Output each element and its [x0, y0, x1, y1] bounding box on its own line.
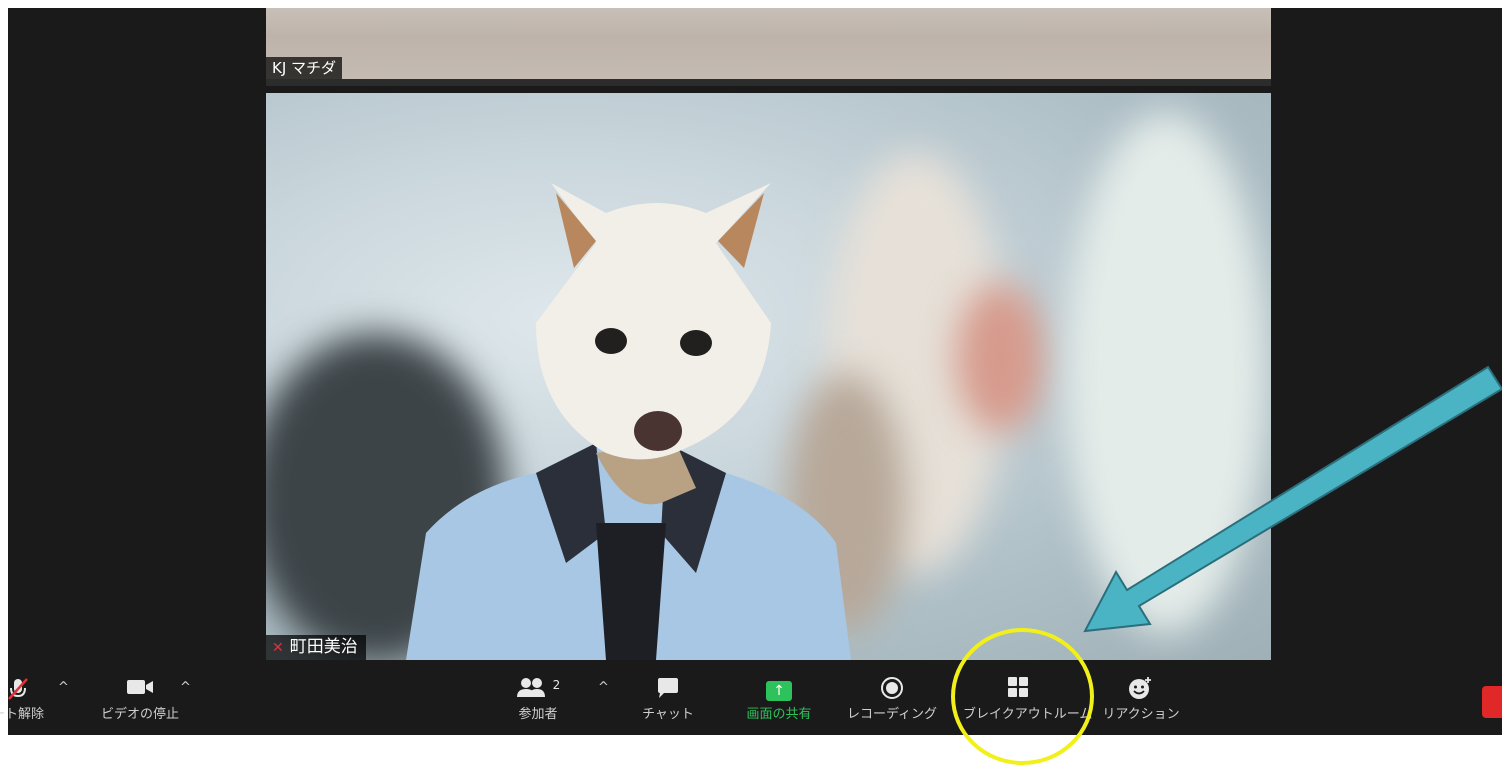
participant-figure [406, 183, 851, 660]
participants-options-caret[interactable]: ^ [598, 680, 609, 695]
participants-button[interactable]: 2 参加者 [483, 676, 593, 732]
active-speaker-video[interactable]: ✕ 町田美治 [266, 93, 1271, 660]
chat-button[interactable]: チャット [613, 676, 723, 732]
mic-muted-icon: ✕ [272, 640, 284, 656]
participant-name-tag: KJ マチダ [266, 57, 343, 79]
highlight-circle [951, 628, 1094, 765]
zoom-meeting-window: KJ マチダ ✕ 町田美治 ト解除 ^ ビデオの停止 ^ 2 参加者 ^ チャッ… [0, 8, 1502, 735]
participant-name: 町田美治 [289, 637, 358, 657]
video-options-caret[interactable]: ^ [180, 680, 191, 695]
record-icon [837, 676, 947, 706]
audio-options-caret[interactable]: ^ [58, 680, 69, 695]
chat-bubble-icon [613, 676, 723, 706]
record-button[interactable]: レコーディング [837, 676, 947, 732]
participant-name-tag: ✕ 町田美治 [266, 635, 366, 660]
stop-video-button[interactable]: ビデオの停止 [85, 676, 195, 732]
participant-count: 2 [552, 678, 561, 692]
participant-tile-top[interactable]: KJ マチダ [266, 8, 1271, 86]
share-screen-button[interactable]: ↑ 画面の共有 [724, 676, 834, 732]
video-camera-icon [85, 676, 195, 706]
smiley-icon [1086, 676, 1196, 706]
people-icon [516, 678, 545, 697]
reactions-button[interactable]: リアクション [1086, 676, 1196, 732]
meeting-toolbar: ート解除 ^ ビデオの停止 ^ 2 参加者 ^ チャット ↑ 画面の共有 [0, 660, 1502, 735]
share-arrow-icon: ↑ [766, 681, 792, 701]
end-meeting-button[interactable] [1482, 686, 1502, 718]
